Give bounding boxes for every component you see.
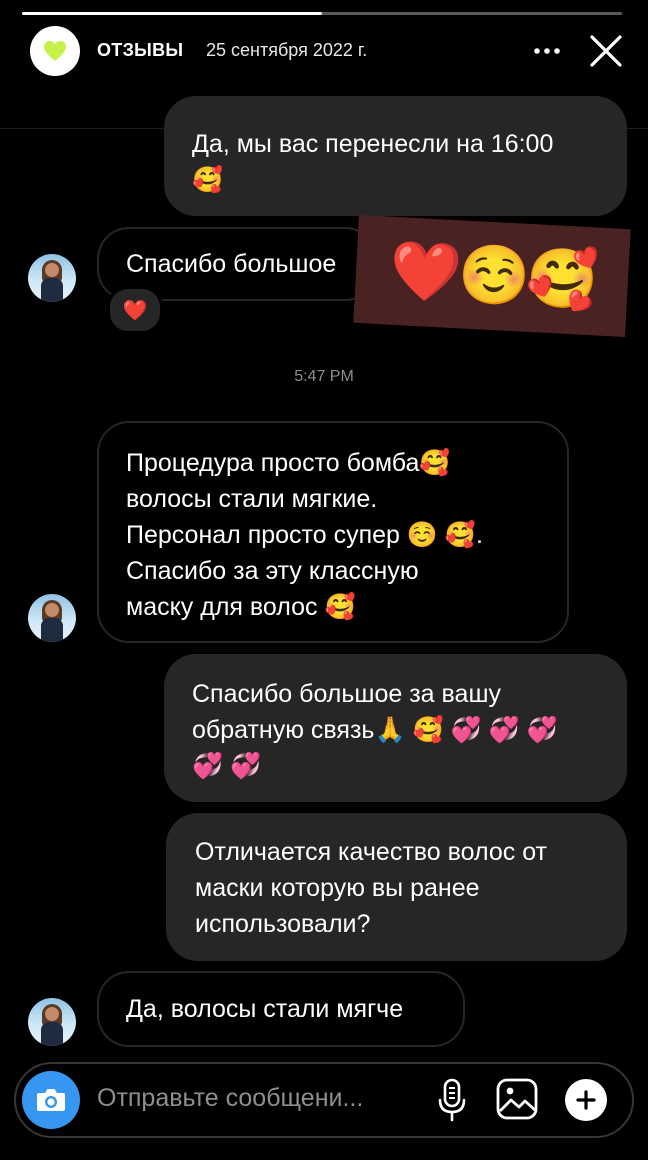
heart-logo-icon (44, 41, 66, 61)
chat-timestamp: 5:47 PM (294, 368, 354, 385)
message-bubble-outgoing[interactable]: Да, мы вас перенесли на 16:00 🥰 (164, 96, 627, 216)
story-avatar[interactable] (30, 26, 80, 76)
story-progress-bar (22, 12, 622, 16)
more-horizontal-icon[interactable] (532, 36, 562, 66)
message-text: Да, мы вас перенесли на 16:00 🥰 (192, 130, 554, 194)
message-text: Процедура просто бомба🥰 волосы стали мяг… (126, 449, 484, 621)
plus-icon (576, 1090, 596, 1110)
story-progress-fill (22, 12, 322, 15)
heart-reaction-icon: ❤️ (122, 299, 148, 322)
story-title[interactable]: ОТЗЫВЫ (97, 40, 183, 61)
sticker-emojis: ❤️☺️🥰 (388, 237, 596, 314)
sender-avatar[interactable] (28, 254, 76, 302)
emoji-sticker[interactable]: ❤️☺️🥰 (353, 214, 631, 338)
add-button[interactable] (565, 1079, 607, 1121)
story-date: 25 сентября 2022 г. (206, 40, 368, 60)
message-bubble-incoming[interactable]: Процедура просто бомба🥰 волосы стали мяг… (97, 421, 569, 643)
message-text: Спасибо большое за вашу обратную связь🙏 … (192, 680, 558, 780)
camera-button[interactable] (22, 1071, 80, 1129)
message-bubble-outgoing[interactable]: Спасибо большое за вашу обратную связь🙏 … (164, 654, 627, 802)
message-bubble-incoming[interactable]: Да, волосы стали мягче (97, 971, 465, 1047)
microphone-icon[interactable] (436, 1078, 468, 1122)
sender-avatar[interactable] (28, 594, 76, 642)
message-text: Спасибо большое (126, 250, 337, 278)
close-icon[interactable] (588, 33, 624, 69)
reaction-heart[interactable]: ❤️ (107, 286, 163, 334)
sender-avatar[interactable] (28, 998, 76, 1046)
message-text: Да, волосы стали мягче (126, 995, 404, 1023)
message-bubble-outgoing[interactable]: Отличается качество волос от маски котор… (166, 813, 627, 961)
message-input[interactable]: Отправьте сообщени... (97, 1084, 363, 1113)
gallery-icon[interactable] (496, 1078, 538, 1120)
message-text: Отличается качество волос от маски котор… (195, 838, 548, 938)
camera-icon (37, 1089, 65, 1111)
